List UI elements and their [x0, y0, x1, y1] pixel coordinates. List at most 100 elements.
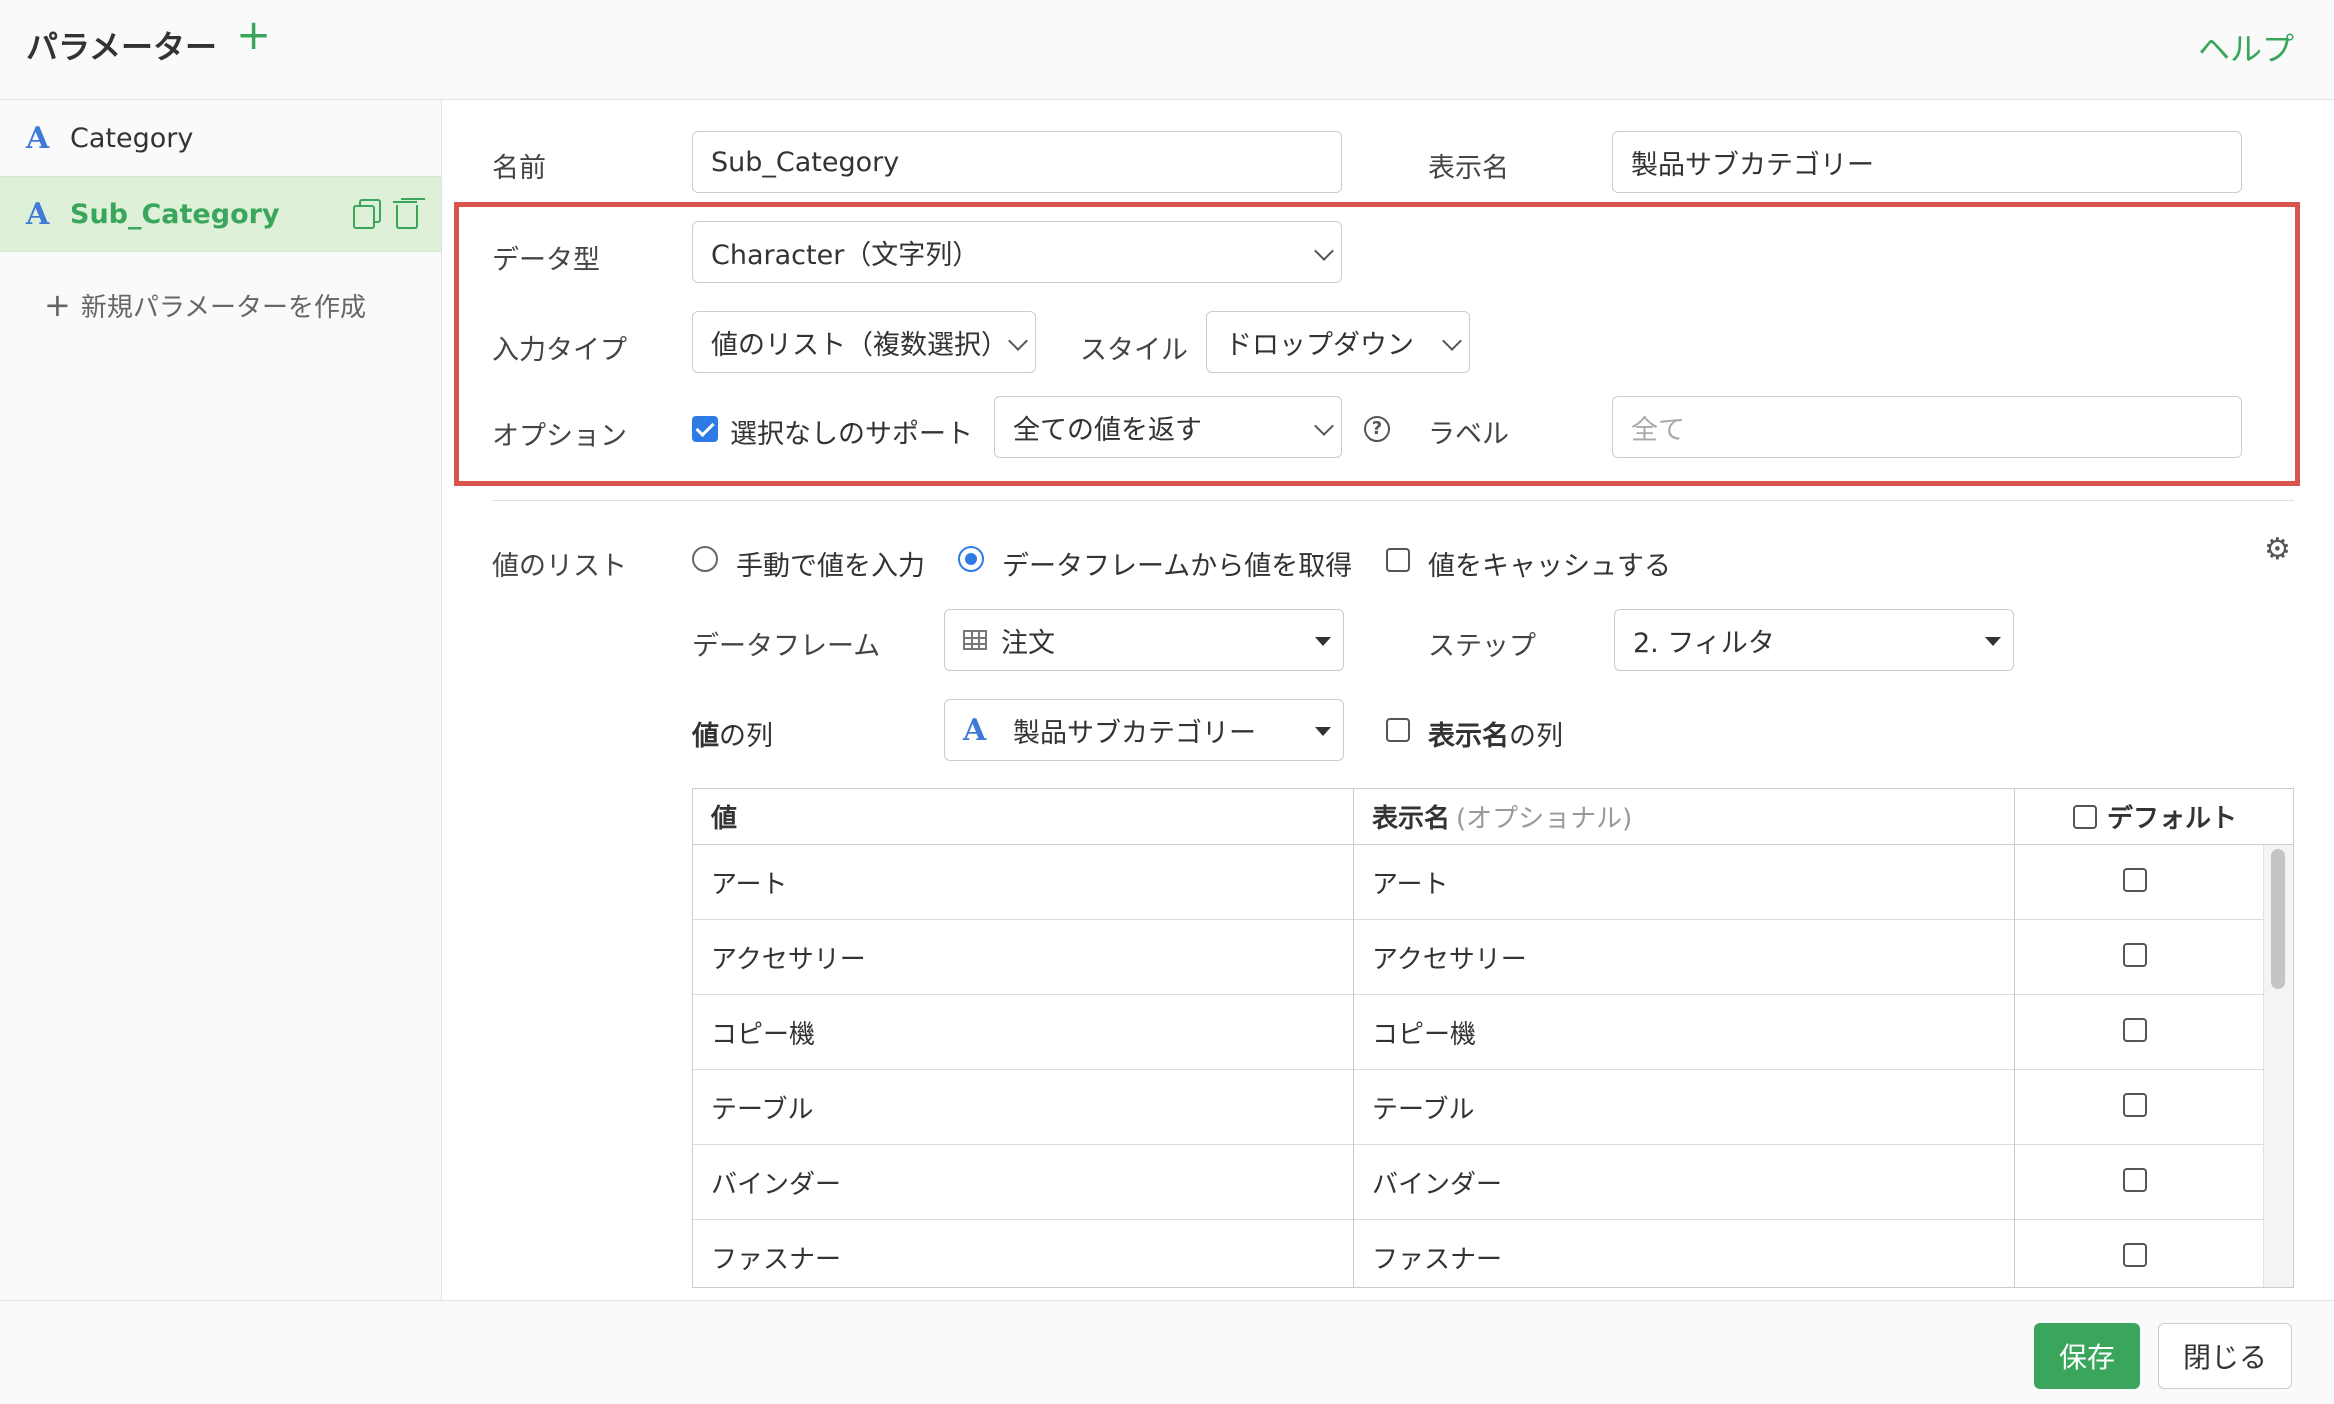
- dialog-footer: 保存 閉じる: [0, 1300, 2334, 1404]
- input-type-value: 値のリスト（複数選択）: [711, 329, 1008, 361]
- help-link[interactable]: ヘルプ: [2198, 24, 2294, 70]
- caret-down-icon: [1315, 727, 1331, 736]
- display-cell[interactable]: テーブル: [1354, 1070, 1474, 1145]
- step-label: ステップ: [1428, 631, 1536, 662]
- display-name-input[interactable]: 製品サブカテゴリー: [1612, 131, 2242, 193]
- default-checkbox[interactable]: [2123, 1243, 2147, 1267]
- table-row: バインダー バインダー: [693, 1145, 2263, 1220]
- option-label: オプション: [492, 421, 627, 452]
- dataframe-select[interactable]: 注文: [944, 609, 1344, 671]
- sidebar-item-category[interactable]: A Category: [0, 100, 441, 176]
- caret-down-icon: [1985, 637, 2001, 646]
- values-list-label: 値のリスト: [492, 551, 627, 582]
- table-icon: [963, 630, 987, 650]
- value-column-value: 製品サブカテゴリー: [1013, 717, 1256, 749]
- display-name-label: 表示名: [1428, 153, 1509, 184]
- name-label: 名前: [492, 153, 546, 184]
- value-cell[interactable]: コピー機: [693, 995, 815, 1070]
- dialog-title: パラメーター: [26, 28, 218, 66]
- display-cell[interactable]: バインダー: [1354, 1145, 1502, 1220]
- chevron-down-icon: [1314, 416, 1334, 436]
- plus-icon: +: [44, 286, 71, 324]
- display-column-label-rest: の列: [1509, 721, 1563, 752]
- default-all-checkbox[interactable]: [2072, 804, 2097, 829]
- table-row: ファスナー ファスナー: [693, 1220, 2263, 1287]
- default-checkbox[interactable]: [2123, 1018, 2147, 1042]
- data-type-value: Character（文字列）: [711, 239, 980, 271]
- column-header-default: デフォルト: [2015, 789, 2293, 845]
- scrollbar[interactable]: [2271, 849, 2285, 989]
- column-header-display-text: 表示名: [1372, 804, 1451, 834]
- column-header-optional-text: (オプショナル): [1456, 804, 1633, 834]
- parameter-sidebar: A Category A Sub_Category + 新規パラメーターを作成: [0, 100, 442, 1300]
- dialog-header: パラメーター + ヘルプ: [0, 0, 2334, 100]
- default-checkbox[interactable]: [2123, 868, 2147, 892]
- style-value: ドロップダウン: [1225, 329, 1414, 361]
- input-type-select[interactable]: 値のリスト（複数選択）: [692, 311, 1036, 373]
- display-cell[interactable]: アクセサリー: [1354, 920, 1527, 995]
- column-divider: [2014, 789, 2015, 1287]
- caret-down-icon: [1315, 637, 1331, 646]
- save-button[interactable]: 保存: [2034, 1323, 2140, 1389]
- column-header-display: 表示名 (オプショナル): [1354, 789, 2014, 845]
- chevron-down-icon: [1008, 331, 1028, 351]
- trash-icon[interactable]: [393, 199, 418, 229]
- add-parameter-plus-icon[interactable]: +: [236, 14, 271, 56]
- new-parameter-link[interactable]: + 新規パラメーターを作成: [44, 286, 366, 324]
- label-input[interactable]: 全て: [1612, 396, 2242, 458]
- input-type-label: 入力タイプ: [492, 335, 627, 366]
- value-cell[interactable]: アクセサリー: [693, 920, 866, 995]
- step-value: 2. フィルタ: [1633, 627, 1775, 659]
- support-none-label: 選択なしのサポート: [730, 419, 973, 450]
- value-column-label-rest: の列: [719, 721, 773, 752]
- chevron-down-icon: [1442, 331, 1462, 351]
- name-input[interactable]: Sub_Category: [692, 131, 1342, 193]
- data-type-label: データ型: [492, 245, 600, 276]
- cache-checkbox[interactable]: [1386, 548, 1410, 572]
- value-cell[interactable]: バインダー: [693, 1145, 841, 1220]
- new-parameter-label: 新規パラメーターを作成: [80, 293, 367, 323]
- table-row: テーブル テーブル: [693, 1070, 2263, 1145]
- table-row: アート アート: [693, 845, 2263, 920]
- value-cell[interactable]: ファスナー: [693, 1220, 841, 1287]
- sidebar-item-label: Category: [70, 122, 194, 154]
- value-column-select[interactable]: A 製品サブカテゴリー: [944, 699, 1344, 761]
- manual-input-label: 手動で値を入力: [736, 551, 925, 582]
- character-type-icon: A: [26, 120, 50, 156]
- display-cell[interactable]: ファスナー: [1354, 1220, 1502, 1287]
- copy-icon[interactable]: [353, 199, 381, 229]
- dataframe-label: データフレーム: [692, 631, 881, 662]
- display-column-label-bold: 表示名: [1428, 721, 1509, 752]
- values-table: 値 表示名 (オプショナル) デフォルト アート アート アクセサリー アクセサリ…: [692, 788, 2294, 1288]
- display-cell[interactable]: アート: [1354, 845, 1448, 920]
- return-value-select[interactable]: 全ての値を返す: [994, 396, 1342, 458]
- sidebar-item-label: Sub_Category: [70, 198, 280, 230]
- default-checkbox[interactable]: [2123, 1168, 2147, 1192]
- value-column-label: 値の列: [692, 714, 773, 753]
- character-type-icon: A: [963, 712, 987, 748]
- display-column-label: 表示名の列: [1428, 714, 1563, 753]
- column-header-value-text: 値: [711, 804, 738, 834]
- gear-icon[interactable]: ⚙: [2264, 532, 2291, 567]
- help-icon[interactable]: ?: [1364, 416, 1390, 442]
- default-checkbox[interactable]: [2123, 1093, 2147, 1117]
- value-cell[interactable]: テーブル: [693, 1070, 813, 1145]
- chevron-down-icon: [1314, 241, 1334, 261]
- dataframe-value: 注文: [1001, 627, 1055, 659]
- style-select[interactable]: ドロップダウン: [1206, 311, 1470, 373]
- dataframe-radio-label: データフレームから値を取得: [1002, 551, 1353, 582]
- character-type-icon: A: [26, 196, 50, 232]
- sidebar-item-sub-category[interactable]: A Sub_Category: [0, 176, 441, 252]
- manual-input-radio[interactable]: [692, 546, 718, 572]
- dataframe-radio[interactable]: [958, 546, 984, 572]
- default-checkbox[interactable]: [2123, 943, 2147, 967]
- section-divider: [492, 500, 2294, 501]
- step-select[interactable]: 2. フィルタ: [1614, 609, 2014, 671]
- value-cell[interactable]: アート: [693, 845, 787, 920]
- close-button[interactable]: 閉じる: [2158, 1323, 2292, 1389]
- data-type-select[interactable]: Character（文字列）: [692, 221, 1342, 283]
- display-cell[interactable]: コピー機: [1354, 995, 1476, 1070]
- display-column-checkbox[interactable]: [1386, 718, 1410, 742]
- support-none-checkbox[interactable]: [692, 416, 718, 442]
- return-value-value: 全ての値を返す: [1013, 414, 1202, 446]
